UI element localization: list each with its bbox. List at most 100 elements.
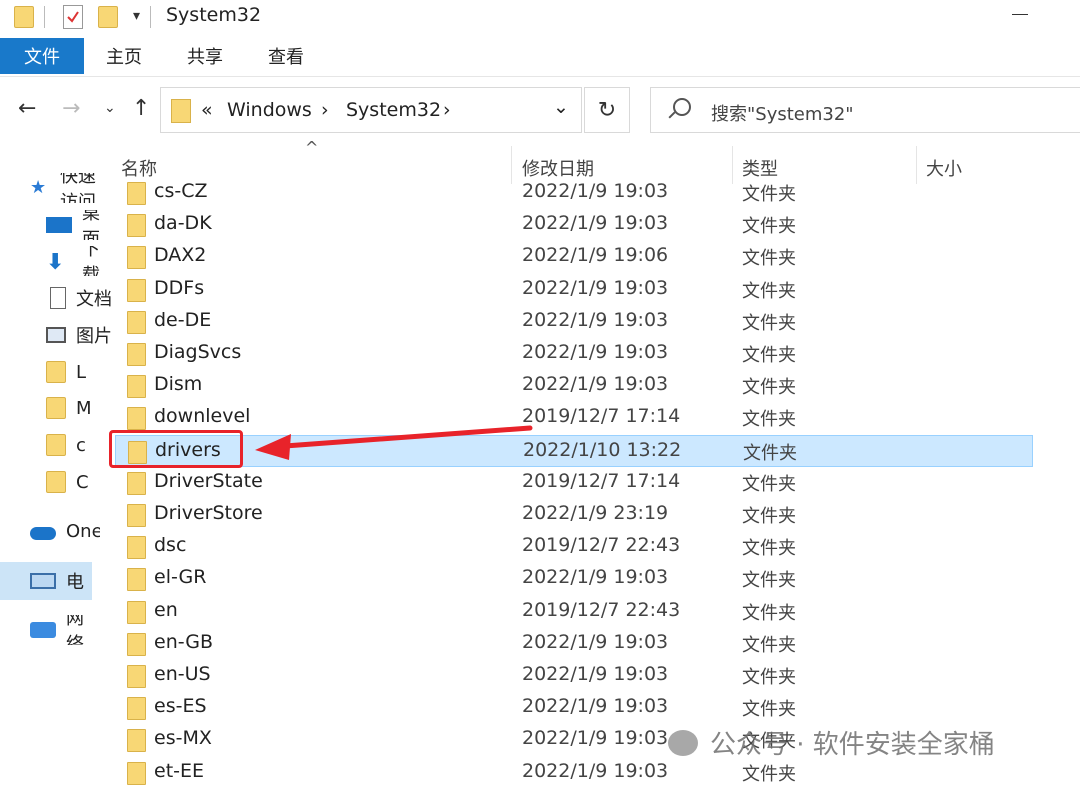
file-name[interactable]: et-EE — [154, 760, 204, 782]
search-box[interactable]: 搜索"System32" — [650, 87, 1080, 133]
file-name[interactable]: en-US — [154, 663, 211, 685]
window-title: System32 — [166, 4, 262, 26]
table-row[interactable]: es-ES 2022/1/9 19:03 文件夹 — [115, 692, 1033, 724]
nav-item-desktop[interactable]: 桌面 — [46, 210, 116, 240]
search-icon — [673, 98, 691, 116]
folder-icon — [127, 375, 146, 399]
divider — [44, 6, 45, 28]
table-row[interactable]: Dism 2022/1/9 19:03 文件夹 — [115, 370, 1033, 402]
folder-icon — [46, 471, 66, 493]
nav-item-quick-access[interactable]: ★ 快速访问 — [30, 173, 100, 203]
recent-locations-dropdown-icon[interactable]: ⌄ — [104, 100, 116, 116]
nav-item-pictures[interactable]: 图片 — [46, 320, 116, 350]
search-input[interactable]: 搜索"System32" — [711, 100, 854, 126]
quick-access-dropdown-icon[interactable]: ▾ — [133, 8, 140, 24]
up-button[interactable]: ↑ — [132, 96, 150, 121]
table-row[interactable]: DDFs 2022/1/9 19:03 文件夹 — [115, 274, 1033, 306]
back-button[interactable]: ← — [18, 96, 36, 121]
table-row[interactable]: dsc 2019/12/7 22:43 文件夹 — [115, 531, 1033, 563]
folder-icon — [127, 278, 146, 302]
nav-item-this-pc[interactable]: 此电脑 — [30, 566, 100, 596]
folder-icon — [127, 504, 146, 527]
watermark: 公众号 · 软件安装全家桶 — [668, 724, 995, 761]
folder-icon — [14, 6, 34, 28]
address-bar[interactable]: « Windows › System32 › ⌄ — [160, 87, 582, 133]
file-date: 2022/1/9 19:03 — [522, 759, 669, 782]
file-type: 文件夹 — [743, 442, 797, 464]
tab-file[interactable]: 文件 — [0, 38, 84, 74]
folder-icon — [127, 697, 146, 721]
file-name[interactable]: Dism — [154, 373, 202, 395]
new-folder-icon[interactable] — [98, 6, 118, 28]
tab-view[interactable]: 查看 — [268, 38, 304, 74]
file-name[interactable]: cs-CZ — [154, 180, 207, 202]
refresh-button[interactable]: ↻ — [584, 87, 630, 133]
table-row[interactable]: DriverState 2019/12/7 17:14 文件夹 — [115, 467, 1033, 499]
file-name[interactable]: en — [154, 599, 178, 621]
nav-item-documents[interactable]: 文档 — [46, 283, 116, 313]
table-row[interactable]: en-GB 2022/1/9 19:03 文件夹 — [115, 628, 1033, 660]
folder-icon — [127, 568, 146, 592]
file-name[interactable]: DriverStore — [154, 502, 263, 524]
sort-ascending-icon: ^ — [305, 138, 319, 157]
file-name[interactable]: da-DK — [154, 212, 212, 234]
file-date: 2022/1/9 19:03 — [522, 727, 669, 750]
nav-item-folder-c2[interactable]: C — [46, 467, 116, 497]
nav-item-folder-l[interactable]: L — [46, 357, 116, 387]
breadcrumb-windows[interactable]: Windows — [227, 99, 312, 121]
file-name[interactable]: es-MX — [154, 727, 212, 749]
tab-share[interactable]: 共享 — [187, 38, 223, 74]
cloud-icon — [30, 526, 56, 540]
table-row[interactable]: de-DE 2022/1/9 19:03 文件夹 — [115, 306, 1033, 338]
minimize-icon[interactable] — [1012, 14, 1028, 15]
file-name[interactable]: dsc — [154, 534, 186, 556]
file-date: 2022/1/9 19:03 — [522, 373, 669, 396]
nav-item-onedrive[interactable]: OneDrive — [30, 516, 100, 546]
table-row[interactable]: cs-CZ 2022/1/9 19:03 文件夹 — [115, 177, 1033, 209]
nav-item-folder-m[interactable]: M — [46, 393, 116, 423]
table-row[interactable]: DAX2 2022/1/9 19:06 文件夹 — [115, 241, 1033, 273]
file-name[interactable]: DDFs — [154, 277, 204, 299]
folder-icon — [127, 600, 146, 624]
file-date: 2022/1/10 13:22 — [523, 438, 682, 461]
nav-item-folder-c[interactable]: c — [46, 430, 116, 460]
folder-icon — [127, 471, 146, 495]
title-bar: ▾ System32 — [0, 0, 1080, 36]
properties-icon[interactable] — [63, 5, 83, 29]
breadcrumb-separator[interactable]: › — [321, 99, 329, 121]
file-type: 文件夹 — [742, 473, 796, 495]
overflow-chevron-icon[interactable]: « — [201, 99, 213, 121]
file-name[interactable]: DiagSvcs — [154, 341, 241, 363]
address-dropdown-icon[interactable]: ⌄ — [553, 96, 569, 118]
folder-icon — [127, 182, 146, 205]
file-date: 2022/1/9 23:19 — [522, 502, 669, 524]
file-name[interactable]: DriverState — [154, 470, 263, 492]
file-name[interactable]: en-GB — [154, 631, 213, 653]
forward-button[interactable]: → — [62, 96, 80, 121]
file-name[interactable]: DAX2 — [154, 244, 206, 266]
table-row[interactable]: en 2019/12/7 22:43 文件夹 — [115, 596, 1033, 628]
table-row[interactable]: el-GR 2022/1/9 19:03 文件夹 — [115, 563, 1033, 595]
file-name[interactable]: de-DE — [154, 309, 211, 331]
breadcrumb-system32[interactable]: System32 — [346, 99, 441, 121]
table-row[interactable]: et-EE 2022/1/9 19:03 文件夹 — [115, 757, 1033, 789]
table-row[interactable]: DriverStore 2022/1/9 23:19 文件夹 — [115, 499, 1033, 531]
file-type: 文件夹 — [742, 667, 796, 688]
folder-icon — [127, 536, 146, 560]
table-row[interactable]: en-US 2022/1/9 19:03 文件夹 — [115, 660, 1033, 692]
file-name[interactable]: downlevel — [154, 405, 250, 427]
file-date: 2019/12/7 17:14 — [522, 405, 681, 428]
table-row[interactable]: DiagSvcs 2022/1/9 19:03 文件夹 — [115, 338, 1033, 370]
folder-icon — [46, 434, 66, 456]
file-name[interactable]: es-ES — [154, 695, 207, 717]
table-row[interactable]: da-DK 2022/1/9 19:03 文件夹 — [115, 209, 1033, 241]
file-type: 文件夹 — [742, 312, 796, 334]
file-name[interactable]: el-GR — [154, 566, 206, 588]
file-type: 文件夹 — [742, 345, 796, 366]
breadcrumb-separator[interactable]: › — [443, 99, 451, 121]
nav-item-downloads[interactable]: ⬇ 下载 — [46, 246, 116, 276]
tab-home[interactable]: 主页 — [106, 38, 142, 74]
nav-item-network[interactable]: 网络 — [30, 615, 100, 645]
file-type: 文件夹 — [742, 699, 796, 721]
annotation-arrow-icon — [255, 425, 533, 460]
